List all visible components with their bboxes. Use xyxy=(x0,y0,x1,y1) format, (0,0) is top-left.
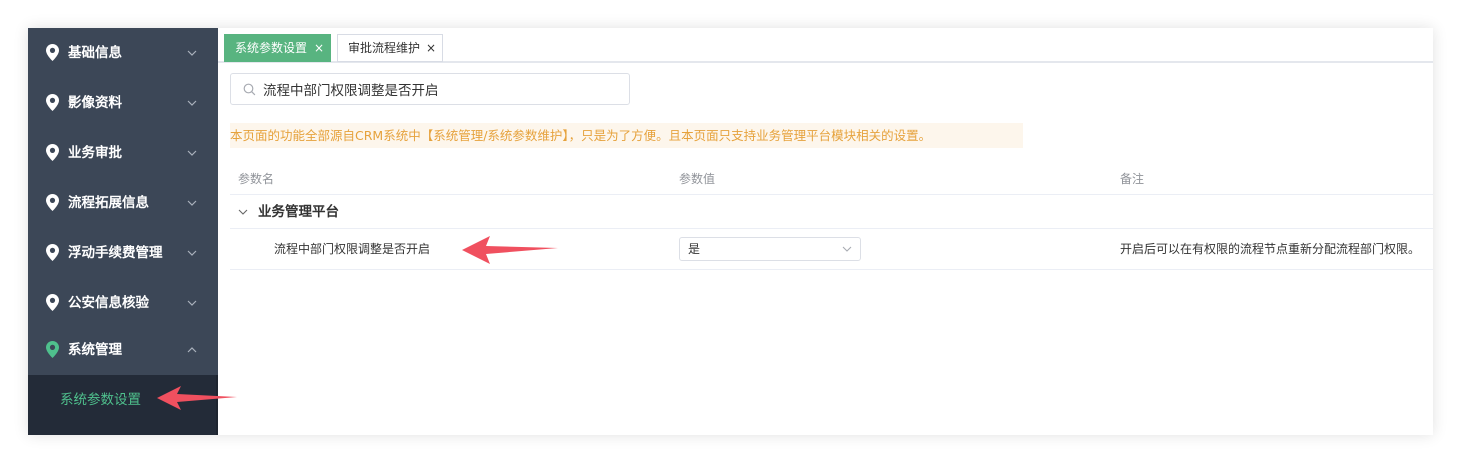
tab-label: 审批流程维护 xyxy=(348,41,421,55)
main-content: 系统参数设置 × 审批流程维护 × 本页面的功能全部源自CRM系统中【系统管理/… xyxy=(218,28,1433,435)
tab-system-params[interactable]: 系统参数设置 × xyxy=(224,34,331,62)
chevron-down-icon xyxy=(187,300,197,306)
chevron-up-icon xyxy=(187,347,197,353)
chevron-down-icon xyxy=(842,246,852,252)
param-value-select[interactable]: 是 xyxy=(679,237,861,261)
sidebar-item-label: 公安信息核验 xyxy=(68,295,149,311)
close-icon[interactable]: × xyxy=(426,35,436,61)
group-title: 业务管理平台 xyxy=(258,204,339,220)
sidebar-item-basic-info[interactable]: 基础信息 xyxy=(28,28,218,78)
sidebar: 基础信息 影像资料 业务审批 流程拓展信息 浮动手续费管理 公安信息核验 系统管… xyxy=(28,28,218,435)
search-box xyxy=(230,73,630,105)
tab-label: 系统参数设置 xyxy=(235,41,308,55)
chevron-down-icon xyxy=(187,150,197,156)
sidebar-item-label: 流程拓展信息 xyxy=(68,195,149,211)
column-header: 备注 xyxy=(1120,172,1145,186)
search-input[interactable] xyxy=(263,75,623,103)
sidebar-item-system-management[interactable]: 系统管理 xyxy=(28,325,218,375)
sidebar-item-business-approval[interactable]: 业务审批 xyxy=(28,128,218,178)
table-header: 参数名 参数值 备注 xyxy=(230,163,1433,195)
sidebar-item-police-verify[interactable]: 公安信息核验 xyxy=(28,278,218,328)
app-window: 基础信息 影像资料 业务审批 流程拓展信息 浮动手续费管理 公安信息核验 系统管… xyxy=(28,28,1433,435)
sidebar-item-label: 浮动手续费管理 xyxy=(68,245,163,261)
chevron-down-icon xyxy=(187,250,197,256)
sidebar-item-floating-fee[interactable]: 浮动手续费管理 xyxy=(28,228,218,278)
tab-bar: 系统参数设置 × 审批流程维护 × xyxy=(218,28,1433,63)
param-name: 流程中部门权限调整是否开启 xyxy=(274,242,431,256)
notice-banner: 本页面的功能全部源自CRM系统中【系统管理/系统参数维护】，只是为了方便。且本页… xyxy=(230,123,1023,148)
chevron-down-icon xyxy=(187,200,197,206)
select-value: 是 xyxy=(688,242,701,256)
column-header: 参数值 xyxy=(679,172,716,186)
map-pin-icon xyxy=(46,341,59,358)
map-pin-icon xyxy=(46,294,59,311)
chevron-down-icon[interactable] xyxy=(238,207,248,217)
sidebar-item-label: 影像资料 xyxy=(68,95,122,111)
close-icon[interactable]: × xyxy=(314,35,324,61)
annotation-arrow xyxy=(462,236,558,264)
table-group-row[interactable]: 业务管理平台 xyxy=(230,195,1433,229)
map-pin-icon xyxy=(46,144,59,161)
column-header: 参数名 xyxy=(238,172,275,186)
table-row: 流程中部门权限调整是否开启 是 开启后可以在有权限的流程节点重新分配流程部门权限… xyxy=(230,229,1433,270)
submenu-item-system-params[interactable]: 系统参数设置 xyxy=(60,375,141,425)
annotation-arrow xyxy=(157,386,237,410)
map-pin-icon xyxy=(46,44,59,61)
sidebar-item-label: 基础信息 xyxy=(68,45,122,61)
sidebar-item-process-extension[interactable]: 流程拓展信息 xyxy=(28,178,218,228)
param-remark: 开启后可以在有权限的流程节点重新分配流程部门权限。 xyxy=(1120,242,1421,256)
sidebar-item-label: 系统管理 xyxy=(68,342,122,358)
chevron-down-icon xyxy=(187,50,197,56)
tab-approval-process[interactable]: 审批流程维护 × xyxy=(337,34,443,62)
map-pin-icon xyxy=(46,194,59,211)
map-pin-icon xyxy=(46,244,59,261)
map-pin-icon xyxy=(46,94,59,111)
sidebar-item-image-data[interactable]: 影像资料 xyxy=(28,78,218,128)
sidebar-item-label: 业务审批 xyxy=(68,145,122,161)
search-icon xyxy=(243,83,256,96)
chevron-down-icon xyxy=(187,100,197,106)
